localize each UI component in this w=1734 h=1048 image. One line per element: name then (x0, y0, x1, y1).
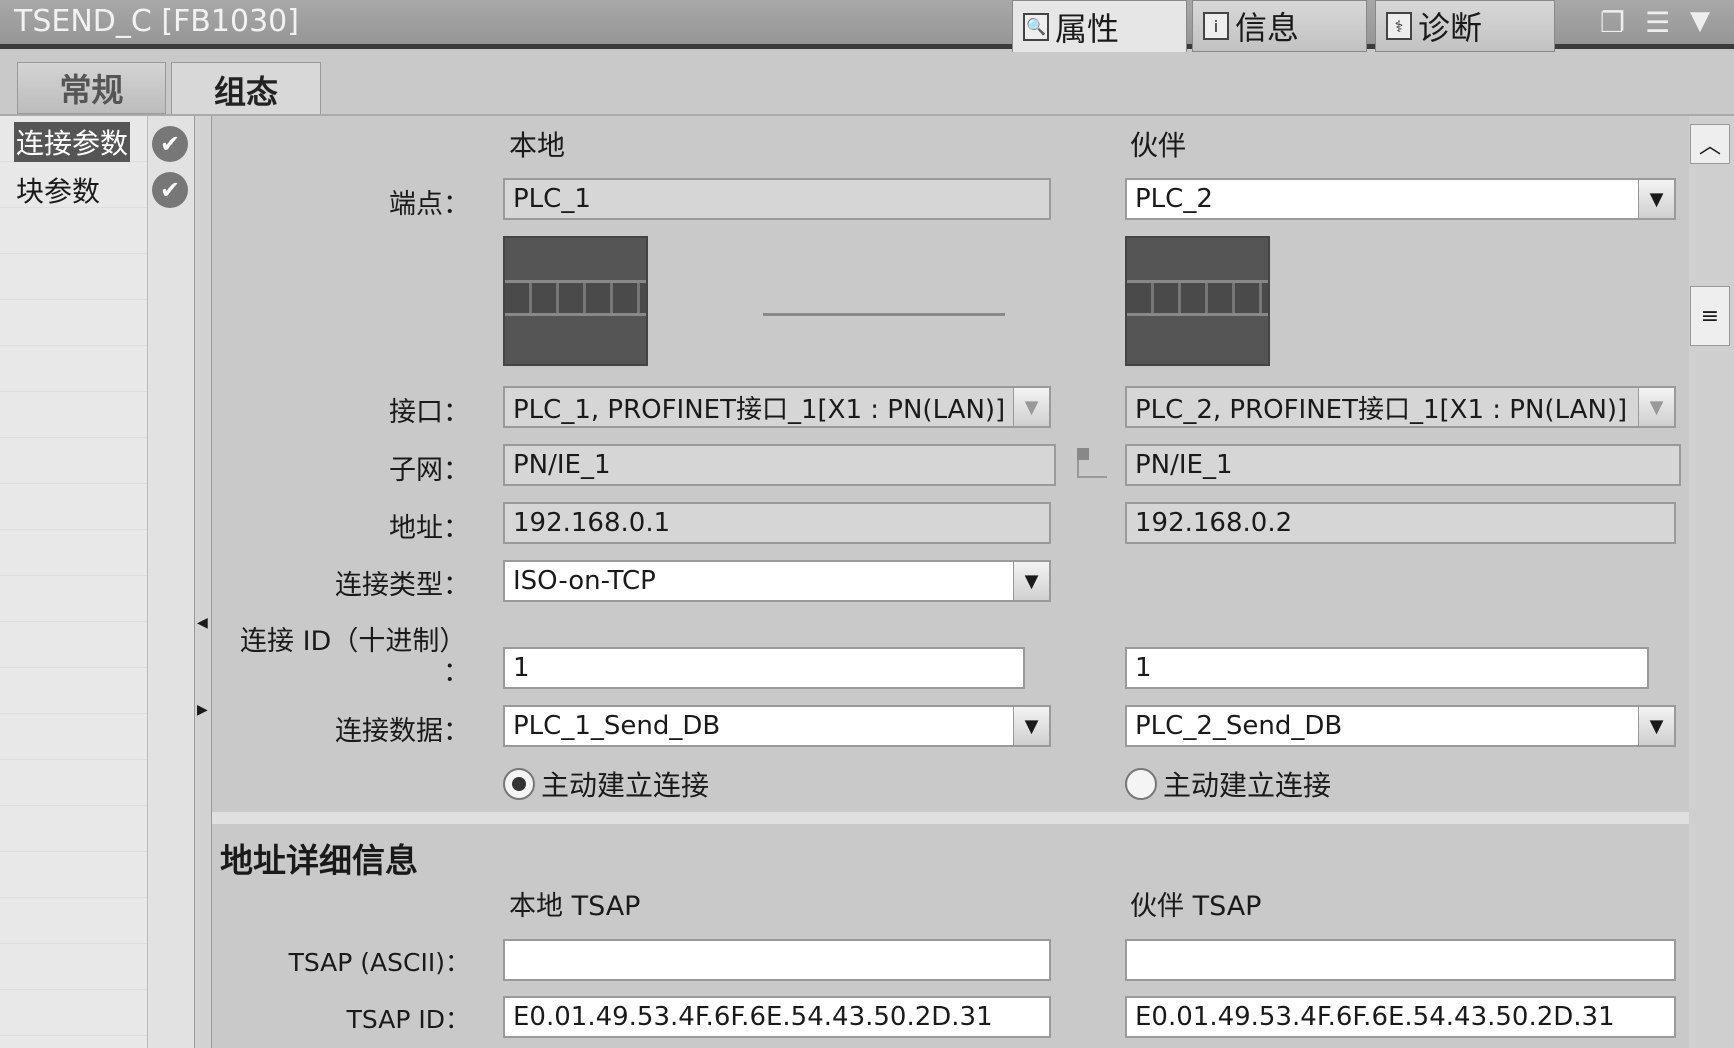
label-interface: 接口： (389, 397, 470, 428)
chevron-down-icon: ▼ (1013, 388, 1049, 426)
radio-label: 主动建立连接 (541, 769, 710, 802)
local-connection-data-select[interactable]: PLC_1_Send_DB ▼ (503, 705, 1051, 747)
partner-tsap-id-input[interactable]: E0.01.49.53.4F.6F.6E.54.43.50.2D.31 (1125, 996, 1676, 1038)
local-active-radio[interactable]: 主动建立连接 (503, 764, 709, 804)
radio-label: 主动建立连接 (1163, 769, 1332, 802)
tab-configuration[interactable]: 组态 (171, 62, 321, 116)
partner-tsap-heading: 伙伴 TSAP (1130, 891, 1262, 922)
partner-endpoint-select[interactable]: PLC_2 ▼ (1125, 178, 1676, 220)
plc-device-icon (503, 236, 648, 366)
scroll-up-icon[interactable]: ︿ (1690, 124, 1730, 164)
label-connection-data: 连接数据： (335, 716, 470, 747)
tab-diagnostics[interactable]: ⚕ 诊断 (1375, 0, 1555, 52)
window-title: TSEND_C [FB1030] (14, 4, 299, 39)
sidebar-item-block-params[interactable]: 块参数 (14, 170, 102, 210)
layout-icon[interactable]: ☰ (1645, 6, 1670, 39)
sidebar (0, 116, 147, 1048)
label-tsap-id: TSAP ID： (346, 1005, 470, 1034)
partner-connection-data-select[interactable]: PLC_2_Send_DB ▼ (1125, 705, 1676, 747)
sidebar-item-connection-params[interactable]: 连接参数 (14, 122, 131, 162)
expand-right-icon[interactable]: ▶ (197, 702, 208, 718)
tab-general[interactable]: 常规 (17, 62, 166, 114)
section-divider (212, 812, 1689, 824)
properties-icon: 🔍 (1023, 12, 1049, 41)
tab-info[interactable]: i 信息 (1192, 0, 1367, 52)
value: PLC_1, PROFINET接口_1[X1 : PN(LAN)] (513, 394, 1006, 425)
tab-label: 信息 (1235, 9, 1300, 47)
label-tsap-ascii: TSAP (ASCII)： (288, 948, 470, 977)
label-connection-type: 连接类型： (335, 570, 470, 601)
value: PLC_2 (1135, 184, 1213, 214)
connection-type-select[interactable]: ISO-on-TCP ▼ (503, 560, 1051, 602)
chevron-down-icon: ▼ (1638, 388, 1674, 426)
restore-icon[interactable]: ❐ (1600, 6, 1625, 39)
label-address: 地址： (389, 513, 470, 544)
partner-subnet-field: PN/IE_1 (1125, 444, 1681, 486)
local-tsap-heading: 本地 TSAP (509, 891, 641, 922)
section-title: 地址详细信息 (220, 841, 418, 880)
collapse-left-icon[interactable]: ◀ (197, 615, 208, 631)
chevron-down-icon[interactable]: ▼ (1690, 6, 1710, 36)
chevron-down-icon[interactable]: ▼ (1013, 707, 1049, 745)
radio-selected[interactable] (503, 768, 535, 800)
partner-active-radio[interactable]: 主动建立连接 (1125, 764, 1331, 804)
connection-line (763, 313, 1005, 316)
local-interface-select: PLC_1, PROFINET接口_1[X1 : PN(LAN)] ▼ (503, 386, 1051, 428)
tab-properties[interactable]: 🔍 属性 (1012, 0, 1187, 52)
local-connection-id-input[interactable]: 1 (503, 647, 1025, 689)
label-colon: ： (443, 657, 470, 688)
local-endpoint-field: PLC_1 (503, 178, 1051, 220)
local-tsap-ascii-input[interactable] (503, 939, 1051, 981)
network-link-icon (1077, 448, 1107, 478)
value: ISO-on-TCP (513, 566, 656, 596)
scroll-thumb[interactable]: ≡ (1690, 286, 1730, 346)
local-subnet-field: PN/IE_1 (503, 444, 1056, 486)
diagnostics-icon: ⚕ (1386, 12, 1412, 40)
check-icon: ✔ (152, 126, 188, 162)
label-endpoint: 端点： (389, 189, 470, 220)
scrollbar[interactable] (1689, 116, 1734, 1048)
value: PLC_1_Send_DB (513, 711, 721, 741)
local-address-field: 192.168.0.1 (503, 502, 1051, 544)
value: PLC_2_Send_DB (1135, 711, 1343, 741)
divider (0, 114, 1734, 116)
chevron-down-icon[interactable]: ▼ (1013, 562, 1049, 600)
info-icon: i (1203, 12, 1229, 40)
partner-connection-id-input[interactable]: 1 (1125, 647, 1649, 689)
value: PLC_2, PROFINET接口_1[X1 : PN(LAN)] (1135, 394, 1628, 425)
partner-address-field: 192.168.0.2 (1125, 502, 1676, 544)
check-icon: ✔ (152, 172, 188, 208)
status-column (147, 116, 194, 1048)
tab-label: 属性 (1055, 9, 1120, 48)
partner-tsap-ascii-input[interactable] (1125, 939, 1676, 981)
local-heading: 本地 (509, 129, 566, 162)
chevron-down-icon[interactable]: ▼ (1638, 180, 1674, 218)
plc-device-icon (1125, 236, 1270, 366)
partner-interface-select: PLC_2, PROFINET接口_1[X1 : PN(LAN)] ▼ (1125, 386, 1676, 428)
tab-label: 诊断 (1418, 9, 1483, 47)
chevron-down-icon[interactable]: ▼ (1638, 707, 1674, 745)
radio-unselected[interactable] (1125, 768, 1157, 800)
partner-heading: 伙伴 (1130, 129, 1187, 162)
label-subnet: 子网： (389, 455, 470, 486)
local-tsap-id-input[interactable]: E0.01.49.53.4F.6F.6E.54.43.50.2D.31 (503, 996, 1051, 1038)
